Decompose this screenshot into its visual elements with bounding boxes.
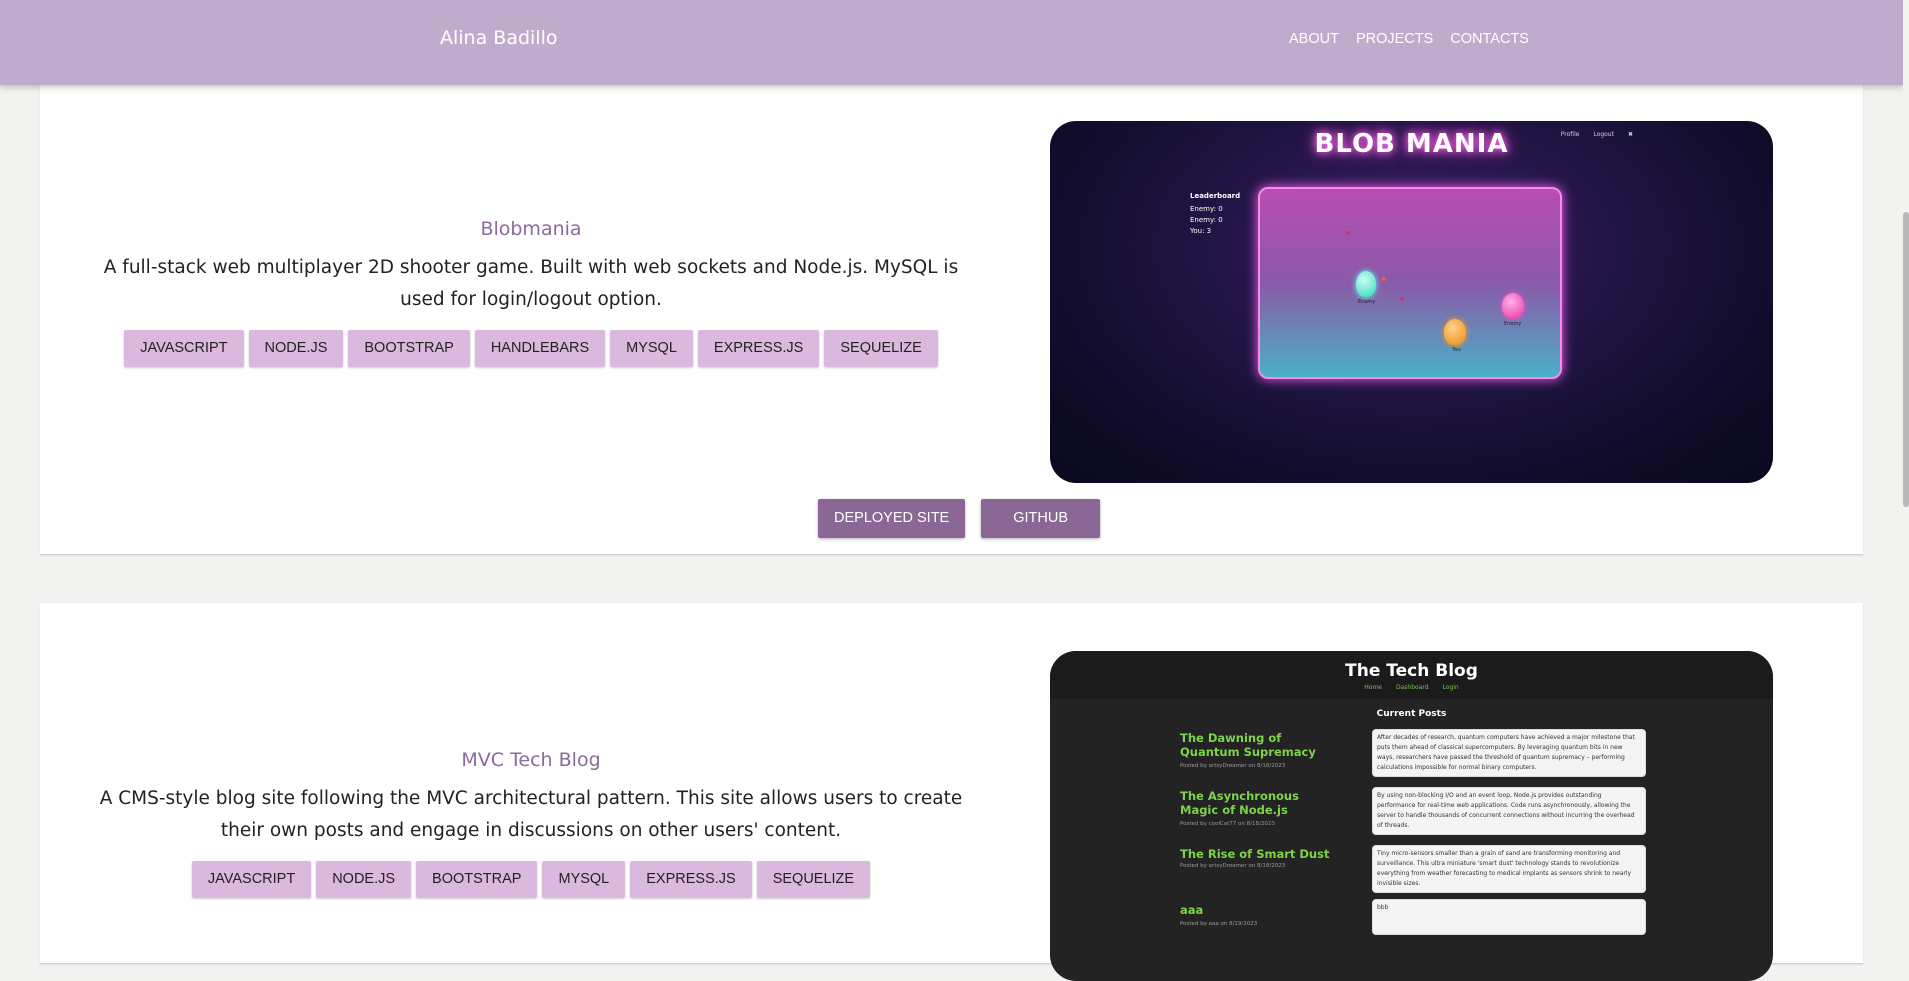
screenshot-nav-item: Home (1364, 684, 1382, 691)
blog-post-meta: Posted by coolCat77 on 8/18/2023 (1180, 821, 1275, 827)
blog-post-title: aaa (1180, 903, 1204, 917)
tech-tags: JAVASCRIPT NODE.JS BOOTSTRAP HANDLEBARS … (55, 330, 1007, 367)
tech-tag: HANDLEBARS (474, 330, 606, 367)
tech-tag: BOOTSTRAP (348, 330, 470, 367)
screenshot-nav: Home Dashboard Login (1050, 684, 1773, 691)
screenshot-blog-title: The Tech Blog (1345, 661, 1478, 681)
tech-tag: JAVASCRIPT (124, 330, 244, 367)
screenshot-nav-item: Profile (1560, 131, 1580, 138)
project-title: MVC Tech Blog (461, 749, 601, 771)
bullet (1400, 297, 1404, 301)
blog-post-body: bbb (1372, 899, 1646, 935)
player-blob (1444, 319, 1466, 345)
enemy-blob (1356, 271, 1376, 297)
tech-tag: SEQUELIZE (756, 861, 871, 898)
leaderboard-entry: Enemy: 0 (1190, 216, 1223, 224)
nav-projects-link[interactable]: PROJECTS (1356, 31, 1433, 47)
game-arena: Enemy You Enemy (1258, 187, 1562, 379)
leaderboard-title: Leaderboard (1190, 192, 1241, 200)
player-name: Enemy (1358, 299, 1376, 305)
nav-about-link[interactable]: ABOUT (1289, 31, 1339, 47)
blog-post: The Dawning of Quantum Supremacy Posted … (1180, 729, 1650, 781)
bullet (1346, 231, 1350, 235)
blog-post-title: The Rise of Smart Dust (1180, 847, 1330, 861)
screenshot-nav: Profile Logout ✖ (1561, 131, 1633, 138)
blog-post-body: Tiny micro-sensors smaller than a grain … (1372, 845, 1646, 893)
deployed-site-button[interactable]: DEPLOYED SITE (818, 499, 966, 538)
screenshot-header: The Tech Blog Home Dashboard Login (1050, 651, 1773, 699)
scrollbar-thumb[interactable] (1903, 212, 1909, 507)
project-screenshot-tech-blog: The Tech Blog Home Dashboard Login Curre… (1050, 651, 1773, 981)
project-title: Blobmania (480, 218, 582, 240)
nav-links: ABOUT PROJECTS CONTACTS (1289, 31, 1529, 47)
project-description: A CMS-style blog site following the MVC … (99, 788, 963, 841)
project-info: Blobmania A full-stack web multiplayer 2… (55, 218, 1007, 367)
leaderboard-entry: You: 3 (1190, 227, 1212, 235)
screenshot-nav-item: ✖ (1627, 131, 1633, 138)
tech-tag: SEQUELIZE (824, 330, 938, 367)
blog-post: The Rise of Smart Dust Posted by artsyDr… (1180, 845, 1650, 893)
project-card-blobmania: Blobmania A full-stack web multiplayer 2… (40, 60, 1863, 555)
tech-tag: BOOTSTRAP (416, 861, 538, 898)
enemy-blob (1502, 293, 1524, 319)
blog-post-title: The Asynchronous Magic of Node.js (1180, 789, 1299, 817)
tech-tags: JAVASCRIPT NODE.JS BOOTSTRAP MYSQL EXPRE… (55, 861, 1007, 898)
project-info: MVC Tech Blog A CMS-style blog site foll… (55, 749, 1007, 898)
github-button[interactable]: GITHUB (981, 499, 1101, 538)
project-screenshot-blobmania: BLOB MANIA Profile Logout ✖ Leaderboard … (1050, 121, 1773, 483)
tech-tag: MYSQL (610, 330, 693, 367)
navbar: Alina Badillo ABOUT PROJECTS CONTACTS (0, 0, 1903, 85)
player-name: Enemy (1504, 321, 1522, 327)
project-description: A full-stack web multiplayer 2D shooter … (103, 257, 959, 310)
tech-tag: MYSQL (542, 861, 626, 898)
tech-tag: NODE.JS (248, 330, 344, 367)
page-scrollbar[interactable] (1903, 0, 1909, 950)
leaderboard-entry: Enemy: 0 (1190, 205, 1223, 213)
blog-post: aaa Posted by aaa on 8/19/2023 bbb (1180, 899, 1650, 939)
blog-post-body: By using non-blocking I/O and an event l… (1372, 787, 1646, 835)
tech-tag: EXPRESS.JS (630, 861, 752, 898)
project-links: DEPLOYED SITE GITHUB (818, 499, 1101, 538)
blog-post-meta: Posted by aaa on 8/19/2023 (1180, 921, 1258, 927)
project-card-tech-blog: MVC Tech Blog A CMS-style blog site foll… (40, 603, 1863, 981)
screenshot-nav-item: Logout (1593, 131, 1614, 138)
screenshot-nav-item: Dashboard (1395, 684, 1429, 691)
tech-tag: NODE.JS (316, 861, 412, 898)
tech-tag: EXPRESS.JS (697, 330, 820, 367)
blog-post: The Asynchronous Magic of Node.js Posted… (1180, 787, 1650, 839)
tech-tag: JAVASCRIPT (191, 861, 312, 898)
current-posts-heading: Current Posts (1376, 709, 1447, 719)
screenshot-nav-item: Login (1442, 684, 1459, 691)
brand-link[interactable]: Alina Badillo (440, 27, 557, 49)
blog-post-meta: Posted by artsyDreamer on 8/18/2023 (1180, 763, 1286, 769)
player-name: You (1452, 347, 1461, 353)
bullet (1382, 277, 1386, 281)
screenshot-leaderboard: Leaderboard Enemy: 0 Enemy: 0 You: 3 (1190, 191, 1240, 237)
screenshot-game-title: BLOB MANIA (1314, 129, 1509, 159)
blog-post-title: The Dawning of Quantum Supremacy (1180, 731, 1316, 759)
nav-contacts-link[interactable]: CONTACTS (1450, 31, 1529, 47)
blog-post-body: After decades of research, quantum compu… (1372, 729, 1646, 777)
blog-post-meta: Posted by artsyDreamer on 8/18/2023 (1180, 863, 1286, 869)
